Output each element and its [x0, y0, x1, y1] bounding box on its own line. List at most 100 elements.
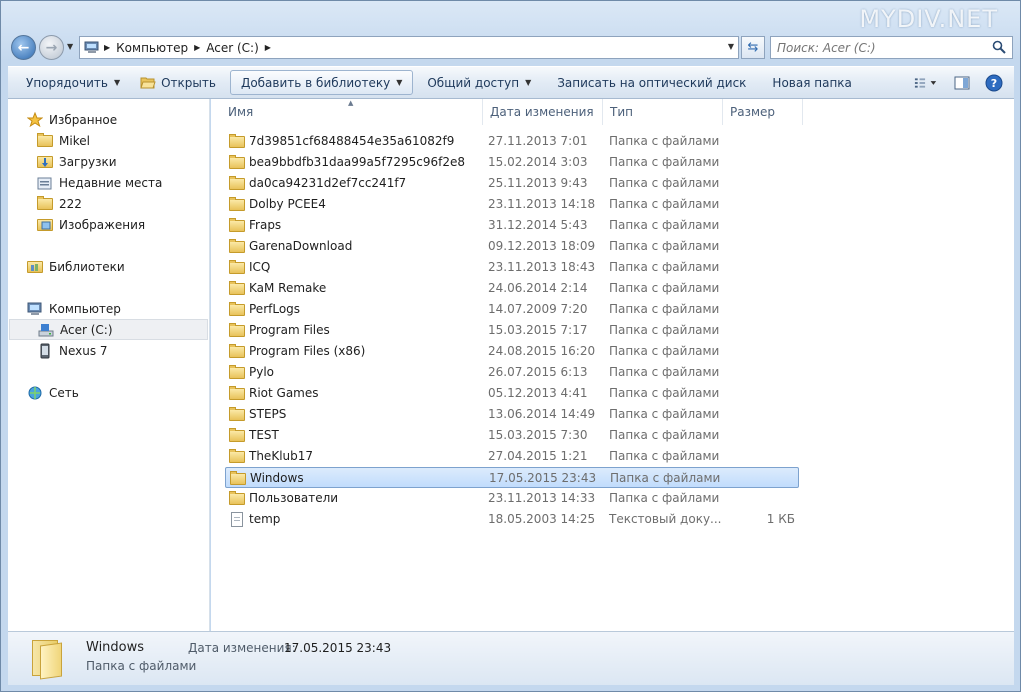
address-bar[interactable]: ▶ Компьютер ▶ Acer (C:) ▶ ▼: [79, 36, 739, 59]
nav-item-label: Nexus 7: [59, 343, 108, 358]
table-row[interactable]: Program Files (x86) 24.08.2015 16:20 Папка…: [225, 341, 799, 362]
burn-label: Записать на оптический диск: [557, 75, 747, 90]
file-type: Папка с файлами: [609, 218, 720, 232]
file-type: Папка с файлами: [609, 449, 720, 463]
table-row[interactable]: temp 18.05.2003 14:25 Текстовый доку... 1 К…: [225, 509, 799, 530]
nav-item-pictures[interactable]: Изображения: [37, 214, 236, 235]
nav-computer[interactable]: Компьютер: [27, 298, 226, 319]
folder-large-icon: [30, 638, 64, 680]
file-date: 25.11.2013 9:43: [488, 176, 588, 190]
table-row[interactable]: 7d39851cf68488454e35a61082f9 27.11.2013 7…: [225, 131, 799, 152]
open-button[interactable]: Открыть: [130, 70, 226, 95]
column-date-label: Дата изменения: [490, 105, 594, 119]
file-type: Папка с файлами: [609, 407, 720, 421]
table-row[interactable]: ICQ 23.11.2013 18:43 Папка с файлами: [225, 257, 799, 278]
add-to-library-button[interactable]: Добавить в библиотеку ▼: [229, 70, 414, 95]
table-row[interactable]: KaM Remake 24.06.2014 2:14 Папка с файлами: [225, 278, 799, 299]
file-type: Папка с файлами: [609, 155, 720, 169]
file-type: Папка с файлами: [609, 491, 720, 505]
table-row[interactable]: Riot Games 05.12.2013 4:41 Папка с файлами: [225, 383, 799, 404]
file-date: 17.05.2015 23:43: [489, 471, 597, 485]
column-type-label: Тип: [610, 105, 633, 119]
folder-icon: [229, 491, 245, 505]
nav-item-nexus-7[interactable]: Nexus 7: [37, 340, 236, 361]
folder-icon: [229, 407, 245, 421]
search-box[interactable]: [770, 36, 1013, 59]
new-folder-button[interactable]: Новая папка: [762, 70, 861, 95]
file-date: 14.07.2009 7:20: [488, 302, 588, 316]
folder-icon: [229, 134, 245, 148]
table-row[interactable]: da0ca94231d2ef7cc241f7 25.11.2013 9:43 Пап…: [225, 173, 799, 194]
nav-favorites[interactable]: Избранное: [26, 109, 226, 130]
nav-libraries[interactable]: Библиотеки: [27, 256, 226, 277]
folder-icon: [229, 386, 245, 400]
share-button[interactable]: Общий доступ ▼: [417, 70, 541, 95]
nav-network[interactable]: Сеть: [27, 382, 226, 403]
file-type: Папка с файлами: [609, 197, 720, 211]
column-header-size[interactable]: Размер: [723, 99, 803, 125]
history-dropdown-icon[interactable]: ▼: [67, 42, 73, 51]
file-date: 18.05.2003 14:25: [488, 512, 596, 526]
column-header-type[interactable]: Тип: [603, 99, 723, 125]
file-date: 27.11.2013 7:01: [488, 134, 588, 148]
table-row[interactable]: Pylo 26.07.2015 6:13 Папка с файлами: [225, 362, 799, 383]
file-date: 26.07.2015 6:13: [488, 365, 588, 379]
table-row[interactable]: Program Files 15.03.2015 7:17 Папка с файл…: [225, 320, 799, 341]
nav-item-222[interactable]: 222: [37, 193, 236, 214]
folder-icon: [229, 239, 245, 253]
file-type: Папка с файлами: [609, 365, 720, 379]
address-dropdown-icon[interactable]: ▼: [728, 42, 734, 51]
file-date: 23.11.2013 14:18: [488, 197, 596, 211]
file-date: 24.06.2014 2:14: [488, 281, 588, 295]
details-pane: Windows Папка с файлами Дата изменения: …: [8, 631, 1014, 685]
file-type: Папка с файлами: [609, 134, 720, 148]
file-name: TEST: [249, 428, 279, 442]
nav-favorites-label: Избранное: [49, 112, 118, 127]
file-type: Папка с файлами: [609, 260, 720, 274]
table-row[interactable]: GarenaDownload 09.12.2013 18:09 Папка с фа…: [225, 236, 799, 257]
breadcrumb-computer[interactable]: Компьютер: [110, 41, 194, 55]
organize-label: Упорядочить: [26, 75, 108, 90]
file-name: KaM Remake: [249, 281, 327, 295]
file-size: 1 КБ: [766, 512, 795, 526]
search-icon[interactable]: [992, 40, 1006, 57]
table-row[interactable]: Пользователи 23.11.2013 14:33 Папка с файл…: [225, 488, 799, 509]
table-row[interactable]: bea9bbdfb31daa99a5f7295c96f2e8 15.02.2014…: [225, 152, 799, 173]
folder-icon: [37, 195, 53, 212]
burn-button[interactable]: Записать на оптический диск: [547, 70, 756, 95]
file-name: ICQ: [249, 260, 271, 274]
file-type: Папка с файлами: [610, 471, 721, 485]
search-input[interactable]: [777, 37, 987, 58]
table-row[interactable]: TheKlub17 27.04.2015 1:21 Папка с файлами: [225, 446, 799, 467]
forward-button[interactable]: →: [39, 35, 64, 60]
folder-icon: [229, 365, 245, 379]
file-type: Папка с файлами: [609, 344, 720, 358]
change-view-button[interactable]: [914, 72, 938, 94]
explorer-window: MYDIV.NET ← → ▼ ▶ Компьютер ▶ Acer (C:) …: [0, 0, 1021, 692]
computer-icon: [84, 41, 100, 54]
table-row[interactable]: STEPS 13.06.2014 14:49 Папка с файлами: [225, 404, 799, 425]
table-row[interactable]: Fraps 31.12.2014 5:43 Папка с файлами: [225, 215, 799, 236]
file-date: 27.04.2015 1:21: [488, 449, 588, 463]
table-row[interactable]: Windows 17.05.2015 23:43 Папка с файлами: [225, 467, 799, 488]
nav-item-recent-places[interactable]: Недавние места: [37, 172, 236, 193]
nav-item-label: Изображения: [59, 217, 146, 232]
back-button[interactable]: ←: [11, 35, 36, 60]
file-name: Riot Games: [249, 386, 319, 400]
table-row[interactable]: Dolby PCEE4 23.11.2013 14:18 Папка с файла…: [225, 194, 799, 215]
nav-item-acer-c[interactable]: Acer (C:): [9, 319, 208, 340]
breadcrumb-drive[interactable]: Acer (C:): [200, 41, 265, 55]
organize-button[interactable]: Упорядочить ▼: [16, 70, 130, 95]
refresh-button[interactable]: ⇆: [741, 36, 765, 59]
preview-pane-button[interactable]: [950, 72, 974, 94]
table-row[interactable]: TEST 15.03.2015 7:30 Папка с файлами: [225, 425, 799, 446]
column-header-name[interactable]: Имя: [221, 99, 483, 125]
help-button[interactable]: ?: [982, 72, 1006, 94]
file-date: 31.12.2014 5:43: [488, 218, 588, 232]
nav-item-downloads[interactable]: Загрузки: [37, 151, 236, 172]
file-name: PerfLogs: [249, 302, 301, 316]
folder-icon: [229, 197, 245, 211]
nav-item-mikel[interactable]: Mikel: [37, 130, 236, 151]
column-header-date[interactable]: Дата изменения: [483, 99, 603, 125]
table-row[interactable]: PerfLogs 14.07.2009 7:20 Папка с файлами: [225, 299, 799, 320]
